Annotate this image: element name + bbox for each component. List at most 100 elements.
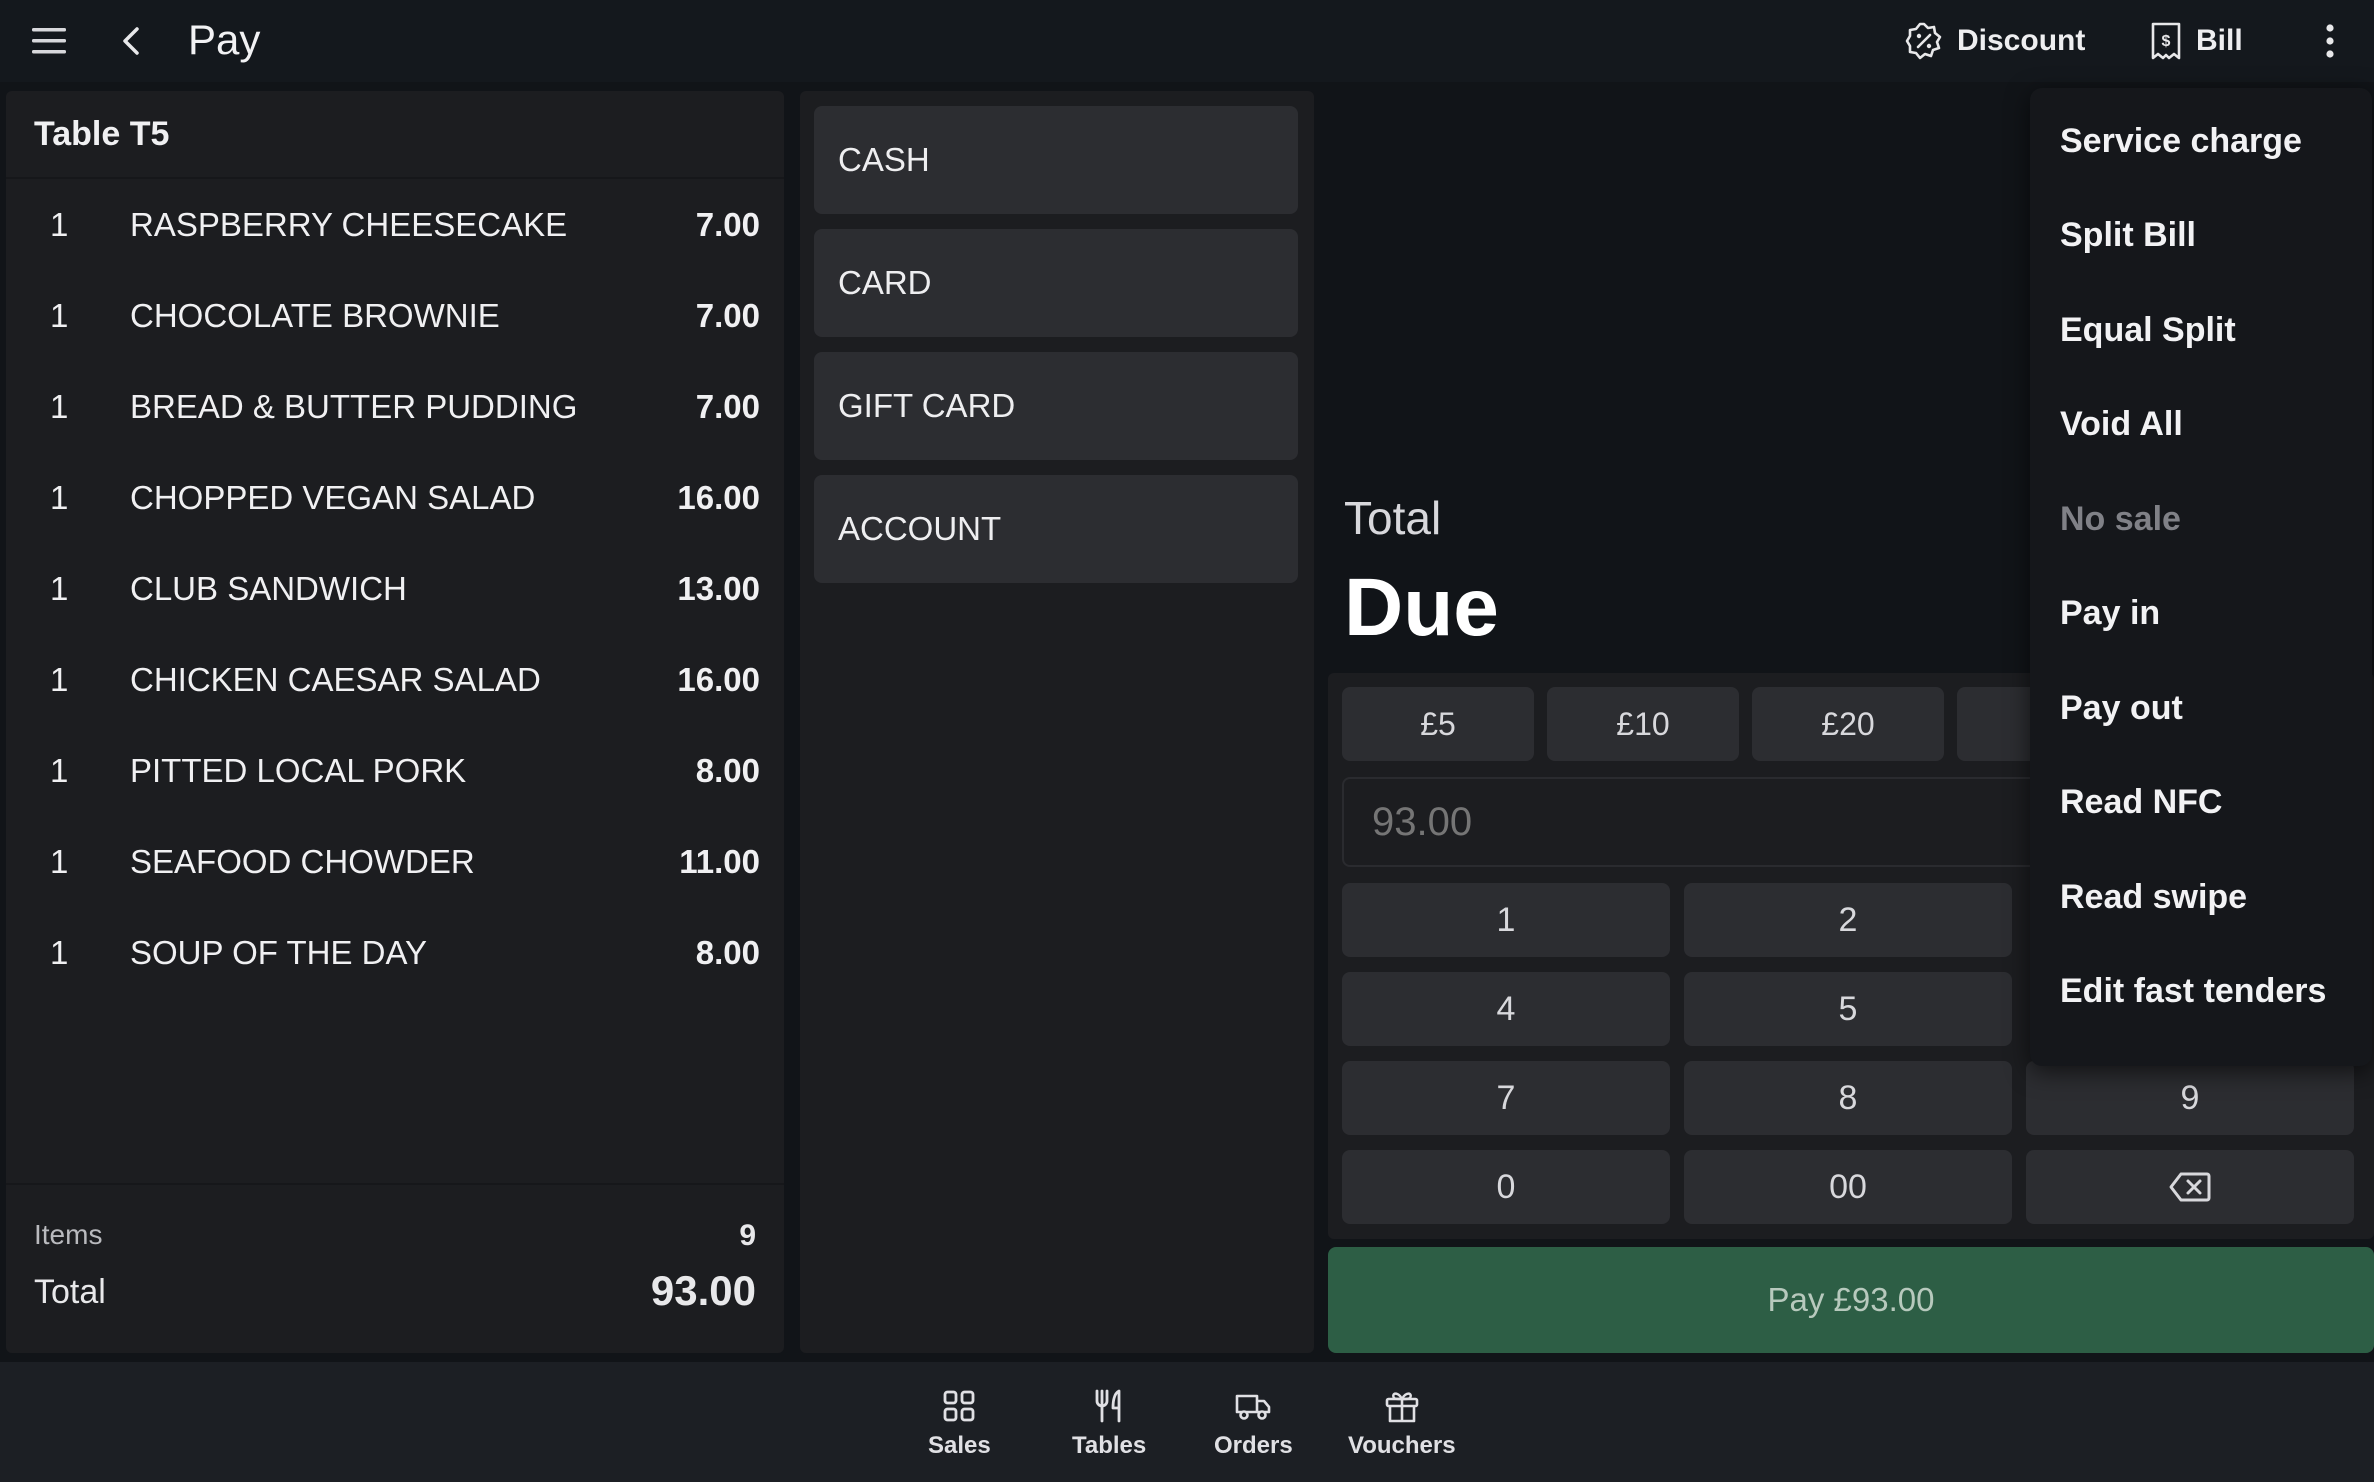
- key-00[interactable]: 00: [1684, 1150, 2012, 1224]
- top-bar: Pay Discount $ Bill: [0, 0, 2374, 82]
- key-8[interactable]: 8: [1684, 1061, 2012, 1135]
- item-name: CHOPPED VEGAN SALAD: [130, 478, 536, 516]
- items-count: 9: [739, 1219, 756, 1252]
- back-chevron-icon: [123, 27, 139, 55]
- item-qty: 1: [50, 660, 69, 698]
- bill-icon: $: [2151, 22, 2181, 60]
- nav-vouchers[interactable]: Vouchers: [1348, 1388, 1456, 1460]
- order-item-row[interactable]: 1 SEAFOOD CHOWDER 11.00: [6, 816, 784, 907]
- more-vertical-icon: [2326, 24, 2334, 58]
- orders-truck-icon: [1236, 1394, 1271, 1420]
- key-1[interactable]: 1: [1342, 883, 1670, 957]
- discount-button[interactable]: Discount: [1905, 16, 2085, 66]
- tables-cutlery-icon: [1095, 1389, 1121, 1423]
- backspace-icon: [2169, 1172, 2211, 1202]
- item-qty: 1: [50, 478, 69, 516]
- nav-tables-label: Tables: [1072, 1432, 1147, 1459]
- key-9[interactable]: 9: [2026, 1061, 2354, 1135]
- item-name: SOUP OF THE DAY: [130, 933, 428, 971]
- menu-item-read-nfc[interactable]: Read NFC: [2030, 756, 2372, 851]
- item-name: CHOCOLATE BROWNIE: [130, 296, 500, 334]
- item-price: 7.00: [695, 387, 760, 425]
- tender-card-button[interactable]: CARD: [814, 229, 1298, 337]
- menu-item-edit-fast-tenders[interactable]: Edit fast tenders: [2030, 945, 2372, 1040]
- fast-tender-20[interactable]: £20: [1752, 687, 1944, 761]
- tender-panel: CASH CARD GIFT CARD ACCOUNT: [800, 91, 1314, 1353]
- menu-icon: [32, 28, 66, 54]
- item-price: 7.00: [695, 205, 760, 243]
- more-options-button[interactable]: [2310, 16, 2350, 66]
- discount-label: Discount: [1957, 24, 2086, 57]
- item-qty: 1: [50, 569, 69, 607]
- menu-item-pay-out[interactable]: Pay out: [2030, 661, 2372, 756]
- items-label: Items: [34, 1219, 103, 1250]
- menu-item-no-sale: No sale: [2060, 499, 2181, 538]
- item-name: SEAFOOD CHOWDER: [130, 842, 475, 880]
- nav-sales[interactable]: Sales: [928, 1388, 991, 1460]
- item-qty: 1: [50, 205, 69, 243]
- tender-gift-card-button[interactable]: GIFT CARD: [814, 352, 1298, 460]
- item-qty: 1: [50, 387, 69, 425]
- item-name: CHICKEN CAESAR SALAD: [130, 660, 541, 698]
- key-4[interactable]: 4: [1342, 972, 1670, 1046]
- discount-icon: [1905, 22, 1942, 60]
- key-2[interactable]: 2: [1684, 883, 2012, 957]
- order-total-label: Total: [34, 1273, 106, 1311]
- more-options-menu: Service charge Split Bill Equal Split Vo…: [2030, 88, 2372, 1066]
- item-qty: 1: [50, 842, 69, 880]
- order-item-row[interactable]: 1 CHICKEN CAESAR SALAD 16.00: [6, 634, 784, 725]
- order-total-value: 93.00: [650, 1267, 756, 1314]
- order-item-row[interactable]: 1 BREAD & BUTTER PUDDING 7.00: [6, 361, 784, 452]
- item-price: 11.00: [679, 842, 760, 880]
- menu-item-equal-split[interactable]: Equal Split: [2030, 283, 2372, 378]
- item-name: PITTED LOCAL PORK: [130, 751, 467, 789]
- back-button[interactable]: [108, 18, 154, 64]
- order-item-row[interactable]: 1 PITTED LOCAL PORK 8.00: [6, 725, 784, 816]
- fast-tender-10[interactable]: £10: [1547, 687, 1739, 761]
- bill-button[interactable]: $ Bill: [2150, 16, 2243, 66]
- tender-cash-button[interactable]: CASH: [814, 106, 1298, 214]
- item-name: CLUB SANDWICH: [130, 569, 407, 607]
- backspace-button[interactable]: [2026, 1150, 2354, 1224]
- item-price: 13.00: [677, 569, 760, 607]
- nav-vouchers-label: Vouchers: [1348, 1432, 1456, 1459]
- total-due-label: Total: [1344, 492, 1442, 544]
- nav-sales-label: Sales: [928, 1432, 991, 1459]
- order-item-row[interactable]: 1 CHOPPED VEGAN SALAD 16.00: [6, 452, 784, 543]
- order-item-row[interactable]: 1 SOUP OF THE DAY 8.00: [6, 907, 784, 998]
- menu-item-service-charge[interactable]: Service charge: [2030, 94, 2372, 189]
- nav-tables[interactable]: Tables: [1072, 1388, 1146, 1460]
- item-price: 16.00: [677, 660, 760, 698]
- key-0[interactable]: 0: [1342, 1150, 1670, 1224]
- key-5[interactable]: 5: [1684, 972, 2012, 1046]
- svg-text:$: $: [2162, 33, 2171, 50]
- key-7[interactable]: 7: [1342, 1061, 1670, 1135]
- menu-button[interactable]: [24, 18, 74, 64]
- order-item-row[interactable]: 1 CHOCOLATE BROWNIE 7.00: [6, 270, 784, 361]
- table-name: Table T5: [6, 91, 784, 179]
- menu-item-read-swipe[interactable]: Read swipe: [2030, 850, 2372, 945]
- vouchers-gift-icon: [1385, 1392, 1419, 1423]
- order-item-row[interactable]: 1 CLUB SANDWICH 13.00: [6, 543, 784, 634]
- pay-button[interactable]: Pay £93.00: [1328, 1247, 2374, 1353]
- fast-tender-5[interactable]: £5: [1342, 687, 1534, 761]
- bill-label: Bill: [2196, 24, 2243, 57]
- tender-account-button[interactable]: ACCOUNT: [814, 475, 1298, 583]
- nav-orders-label: Orders: [1214, 1432, 1293, 1459]
- order-summary: Items 9 Total 93.00: [6, 1183, 784, 1353]
- order-item-row[interactable]: 1 RASPBERRY CHEESECAKE 7.00: [6, 179, 784, 270]
- menu-item-split-bill[interactable]: Split Bill: [2030, 189, 2372, 284]
- page-title: Pay: [188, 16, 261, 63]
- item-name: BREAD & BUTTER PUDDING: [130, 387, 578, 425]
- item-qty: 1: [50, 296, 69, 334]
- item-price: 8.00: [695, 933, 760, 971]
- bottom-navigation: Sales Tables Orders Vouchers: [0, 1362, 2374, 1482]
- menu-item-pay-in[interactable]: Pay in: [2030, 567, 2372, 662]
- menu-item-void-all[interactable]: Void All: [2030, 378, 2372, 473]
- item-qty: 1: [50, 933, 69, 971]
- item-price: 7.00: [695, 296, 760, 334]
- due-label: Due: [1344, 562, 1499, 653]
- nav-orders[interactable]: Orders: [1214, 1388, 1293, 1460]
- order-panel: Table T5 1 RASPBERRY CHEESECAKE 7.00 1 C…: [6, 91, 784, 1353]
- sales-grid-icon: [943, 1390, 975, 1422]
